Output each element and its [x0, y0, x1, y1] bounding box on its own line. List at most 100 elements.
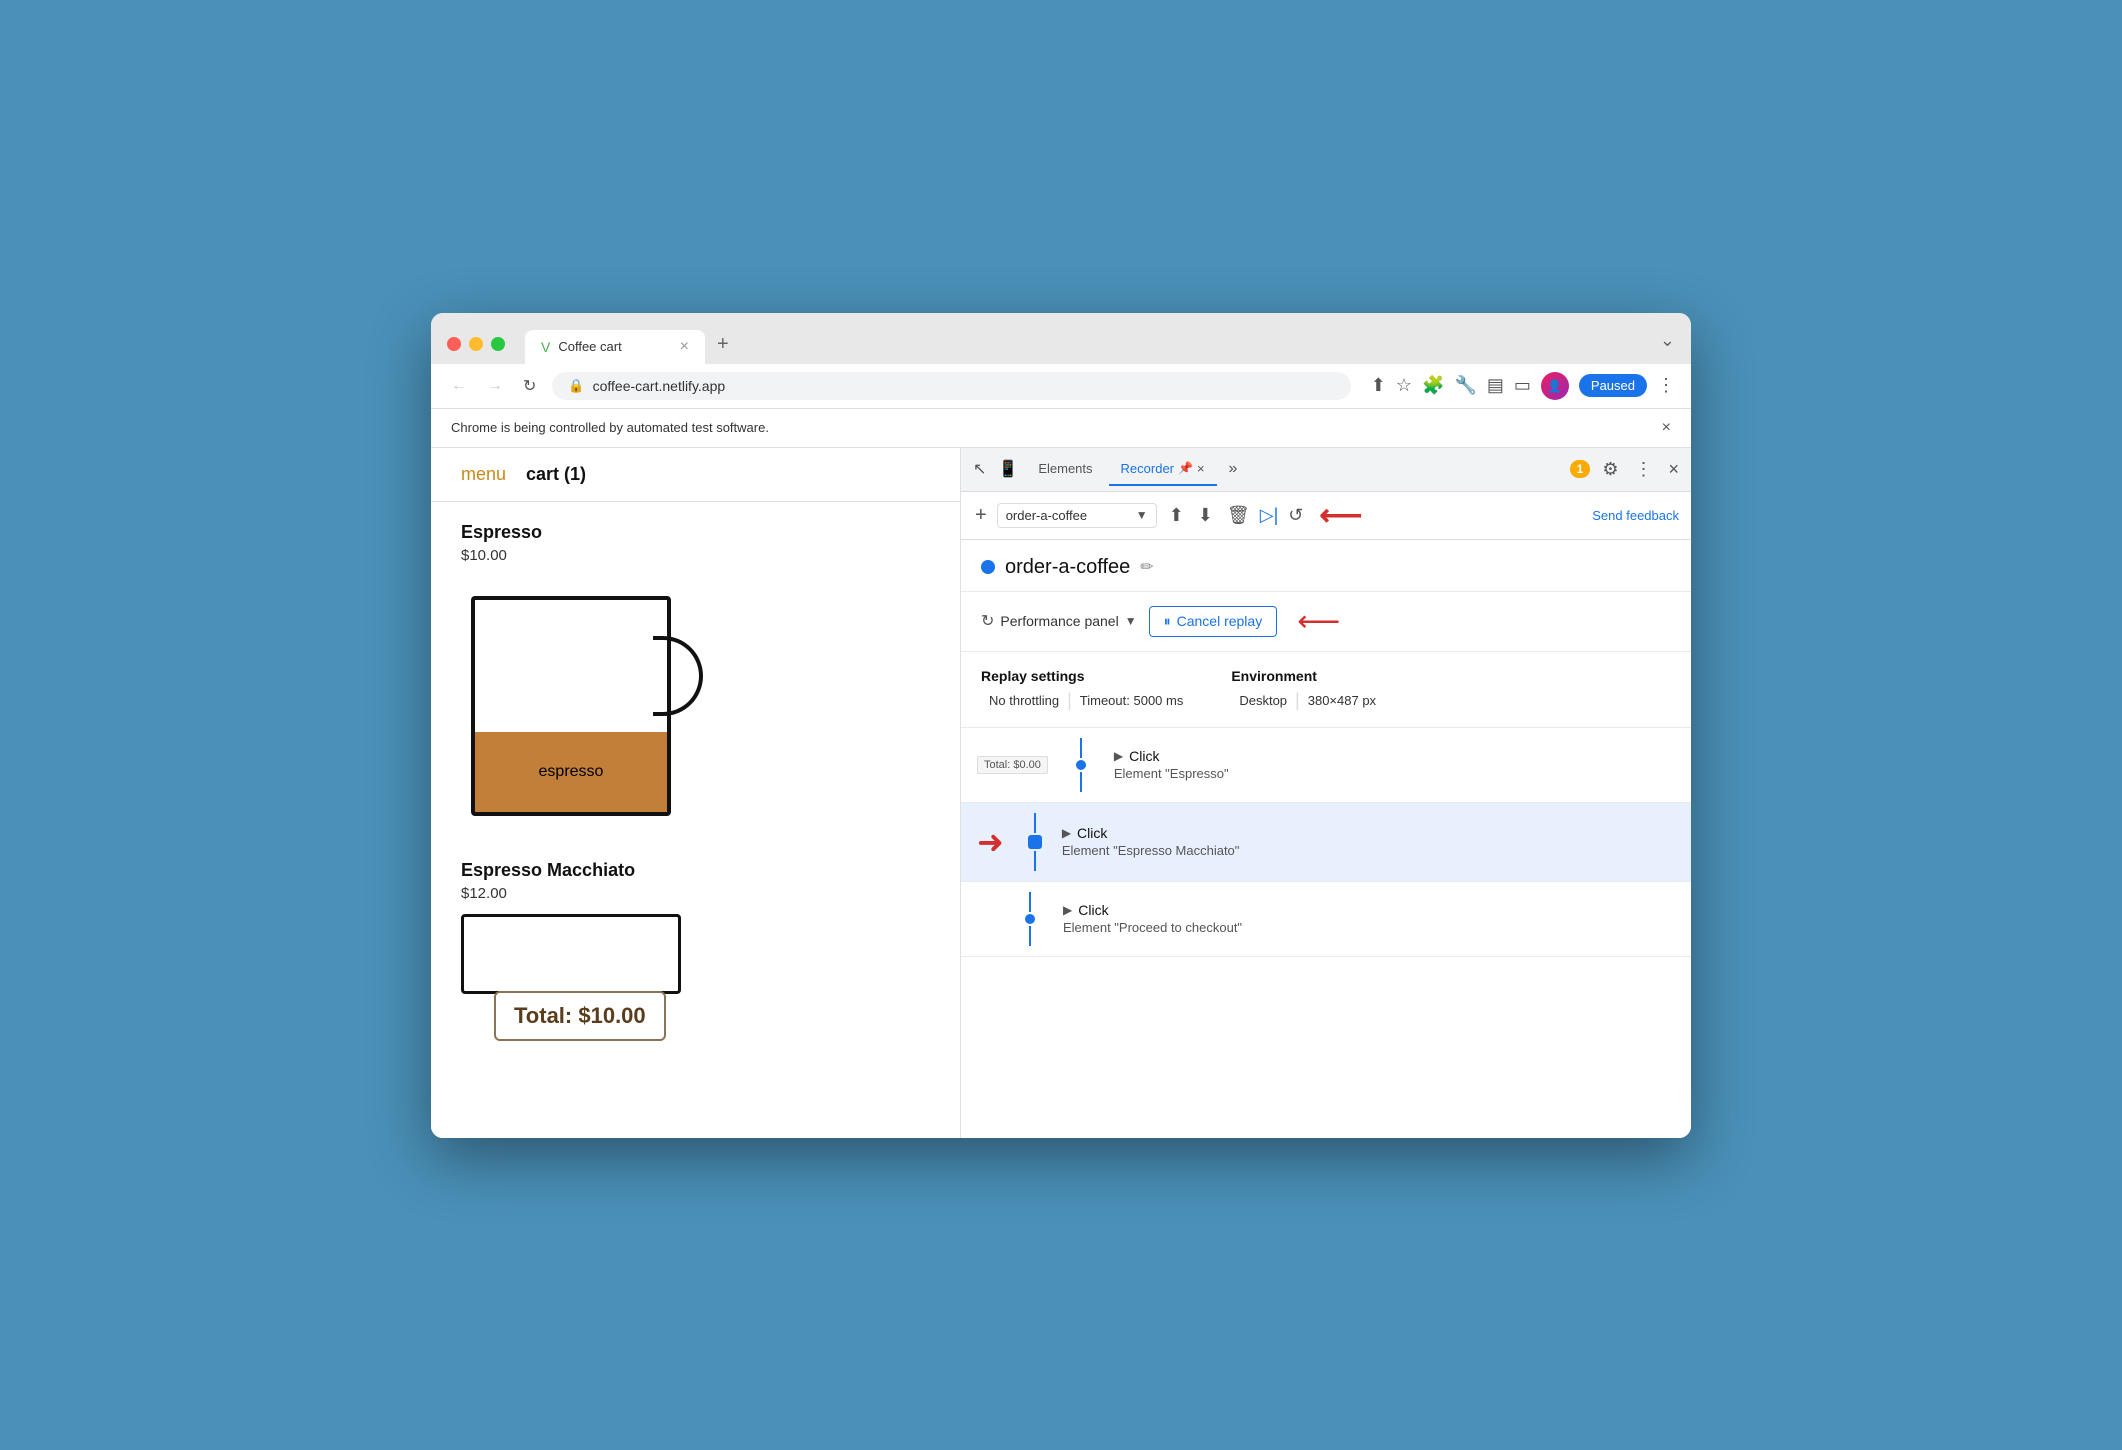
devtools-mobile-icon[interactable]: 📱: [994, 455, 1022, 483]
lock-icon: 🔒: [568, 378, 584, 394]
espresso-mug[interactable]: espresso: [461, 576, 701, 836]
minimize-traffic-light[interactable]: [469, 337, 483, 351]
performance-panel-selector[interactable]: ↻ Performance panel ▼: [981, 611, 1137, 631]
red-arrow-replay: ⟵: [1297, 604, 1340, 639]
recording-header: order-a-coffee ✏: [961, 540, 1691, 592]
menu-icon[interactable]: ⋮: [1657, 375, 1675, 396]
espresso-price: $10.00: [461, 547, 930, 564]
automation-text: Chrome is being controlled by automated …: [451, 420, 769, 435]
step-item-macchiato[interactable]: ➜ ▶ Click Element "Espresso Macchiato": [961, 803, 1691, 882]
total-text: Total: $10.00: [514, 1003, 646, 1028]
browser-toolbar-icons: ⬆ ☆ 🧩 🔧 ▤ ▭ 👤 Paused ⋮: [1371, 372, 1675, 400]
step-action-macchiato: ▶ Click: [1062, 825, 1675, 841]
step-line-top-2: [1034, 813, 1036, 833]
recording-dot: [981, 560, 995, 574]
add-recording-button[interactable]: +: [973, 502, 989, 529]
tab-close-icon[interactable]: ×: [680, 338, 689, 356]
step-expand-icon-2[interactable]: ▶: [1062, 826, 1071, 840]
environment-col: Environment Desktop | 380×487 px: [1231, 668, 1384, 711]
step-action-espresso: ▶ Click: [1114, 748, 1675, 764]
reload-button[interactable]: ↻: [519, 372, 540, 400]
devtools-more-tabs[interactable]: »: [1221, 452, 1246, 486]
devtools-badge: 1: [1570, 460, 1591, 478]
play-recording-icon[interactable]: ▷|: [1260, 505, 1279, 526]
product-list: Espresso $10.00 espresso Espresso Macchi…: [431, 502, 960, 1038]
step-square-2: [1028, 835, 1042, 849]
recorder-pin-icon: 📌: [1178, 461, 1193, 475]
step-line-top: [1080, 738, 1082, 758]
delete-recording-icon[interactable]: 🗑: [1223, 501, 1254, 530]
step-detail-macchiato: Element "Espresso Macchiato": [1062, 843, 1675, 858]
step-action-checkout: ▶ Click: [1063, 902, 1675, 918]
step-expand-icon-3[interactable]: ▶: [1063, 903, 1072, 917]
step-preview-espresso: Total: $0.00: [977, 756, 1048, 774]
step-action-label-3: Click: [1078, 902, 1108, 918]
url-bar[interactable]: 🔒 coffee-cart.netlify.app: [552, 372, 1350, 400]
environment-values: Desktop | 380×487 px: [1231, 690, 1384, 711]
devtools-close-icon[interactable]: ×: [1664, 455, 1683, 484]
devtools-icon[interactable]: 🔧: [1454, 375, 1476, 396]
paused-badge[interactable]: Paused: [1579, 374, 1647, 397]
title-bar: V Coffee cart × + ⌄: [431, 313, 1691, 364]
recorder-toolbar: + order-a-coffee ▼ ⬆ ⬇ 🗑 ▷| ↺ ⟵ Send fee…: [961, 492, 1691, 540]
step-content-macchiato: ▶ Click Element "Espresso Macchiato": [1062, 825, 1675, 858]
active-tab[interactable]: V Coffee cart ×: [525, 330, 705, 364]
performance-label: Performance panel: [1000, 613, 1118, 629]
back-button[interactable]: ←: [447, 373, 471, 399]
nav-cart-link[interactable]: cart (1): [526, 464, 586, 485]
macchiato-price: $12.00: [461, 885, 930, 902]
replay-controls: ↻ Performance panel ▼ ⏸ Cancel replay ⟵: [961, 592, 1691, 652]
step-item-checkout[interactable]: ▶ Click Element "Proceed to checkout": [961, 882, 1691, 957]
cancel-replay-button[interactable]: ⏸ Cancel replay: [1149, 606, 1278, 637]
red-arrow-toolbar: ⟵: [1319, 498, 1362, 533]
close-traffic-light[interactable]: [447, 337, 461, 351]
send-feedback-link[interactable]: Send feedback: [1592, 508, 1679, 523]
tab-elements[interactable]: Elements: [1026, 453, 1104, 486]
recorder-close-icon[interactable]: ×: [1197, 461, 1205, 476]
espresso-product: Espresso $10.00 espresso: [461, 522, 930, 836]
timeout-value: Timeout: 5000 ms: [1072, 693, 1192, 708]
new-tab-button[interactable]: +: [705, 325, 741, 364]
mug-body: espresso: [471, 596, 671, 816]
devtools-settings-icon[interactable]: ⚙: [1598, 455, 1622, 484]
nav-menu-link[interactable]: menu: [461, 464, 506, 485]
tab-favicon-icon: V: [541, 339, 550, 355]
desktop-value: Desktop: [1231, 693, 1295, 708]
app-panel: menu cart (1) Espresso $10.00 espresso: [431, 448, 961, 1138]
red-arrow-step: ➜: [977, 823, 1004, 861]
paused-label: Paused: [1591, 378, 1635, 393]
mug-handle: [653, 636, 703, 716]
tab-recorder[interactable]: Recorder 📌 ×: [1109, 453, 1217, 486]
avatar[interactable]: 👤: [1541, 372, 1569, 400]
export-recording-icon[interactable]: ⬆: [1165, 501, 1188, 530]
traffic-lights: [447, 337, 505, 351]
devtools-more-icon[interactable]: ⋮: [1630, 455, 1656, 484]
share-icon[interactable]: ⬆: [1371, 375, 1386, 396]
automation-banner: Chrome is being controlled by automated …: [431, 409, 1691, 448]
devtools-panel: ↖ 📱 Elements Recorder 📌 × » 1 ⚙ ⋮ × +: [961, 448, 1691, 1138]
replay-icon[interactable]: ↺: [1284, 501, 1307, 530]
edit-recording-name-icon[interactable]: ✏: [1140, 557, 1153, 577]
cancel-replay-label: Cancel replay: [1177, 613, 1263, 629]
step-line-bottom: [1080, 772, 1082, 792]
cast-icon[interactable]: ▤: [1487, 375, 1504, 396]
extensions-icon[interactable]: 🧩: [1422, 375, 1444, 396]
espresso-name: Espresso: [461, 522, 930, 543]
resolution-value: 380×487 px: [1300, 693, 1384, 708]
forward-button[interactable]: →: [483, 373, 507, 399]
maximize-traffic-light[interactable]: [491, 337, 505, 351]
recording-select[interactable]: order-a-coffee ▼: [997, 503, 1157, 528]
replay-settings-values: No throttling | Timeout: 5000 ms: [981, 690, 1191, 711]
bookmark-icon[interactable]: ☆: [1396, 375, 1412, 396]
environment-label: Environment: [1231, 668, 1384, 684]
step-line-top-3: [1029, 892, 1031, 912]
step-item-espresso[interactable]: Total: $0.00 ▶ Click Element "Espresso": [961, 728, 1691, 803]
window-icon[interactable]: ▭: [1514, 375, 1531, 396]
import-recording-icon[interactable]: ⬇: [1194, 501, 1217, 530]
devtools-cursor-icon[interactable]: ↖: [969, 455, 990, 483]
app-nav: menu cart (1): [431, 448, 960, 502]
step-content-espresso: ▶ Click Element "Espresso": [1114, 748, 1675, 781]
step-expand-icon[interactable]: ▶: [1114, 749, 1123, 763]
close-banner-icon[interactable]: ×: [1662, 419, 1671, 437]
throttling-value: No throttling: [981, 693, 1067, 708]
